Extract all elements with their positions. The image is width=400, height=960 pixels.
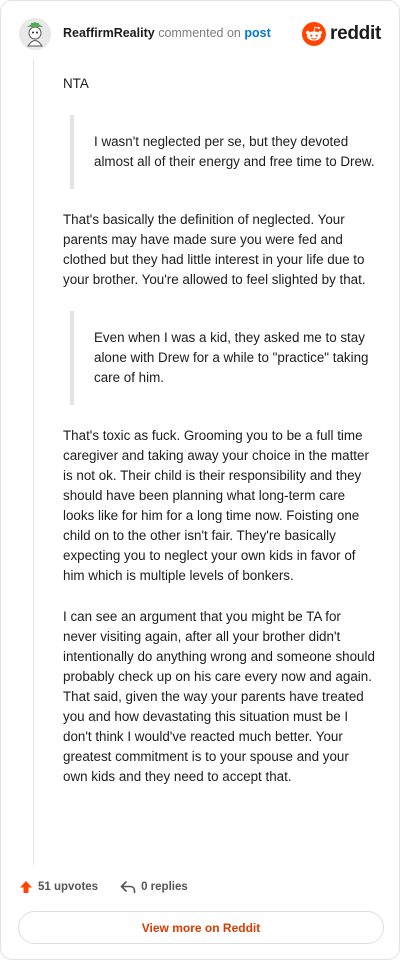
blockquote: Even when I was a kid, they asked me to …: [70, 311, 375, 405]
reply-icon: [120, 881, 136, 894]
quote-text: Even when I was a kid, they asked me to …: [94, 330, 369, 385]
blockquote: I wasn't neglected per se, but they devo…: [70, 115, 375, 189]
reddit-logo-icon: [302, 22, 327, 46]
reply-count: 0 replies: [141, 881, 188, 893]
byline: ReaffirmReality commented on post: [63, 26, 271, 40]
comment-paragraph: I can see an argument that you might be …: [63, 609, 375, 784]
thread-line: [33, 59, 34, 865]
comment-paragraph: That's toxic as fuck. Grooming you to be…: [63, 428, 369, 583]
upvote-count: 51 upvotes: [38, 881, 99, 893]
comment-embed-card: ReaffirmReality commented on post reddit…: [0, 0, 400, 960]
comment-body: NTA I wasn't neglected per se, but they …: [63, 74, 375, 808]
comment-header: ReaffirmReality commented on post reddit: [19, 15, 383, 55]
avatar-icon: [19, 18, 51, 50]
upvote-arrow-icon: [20, 881, 32, 893]
comment-paragraph: NTA: [63, 76, 89, 91]
comment-paragraph: That's basically the definition of negle…: [63, 212, 366, 287]
reddit-wordmark: reddit: [330, 23, 381, 44]
view-more-on-reddit-button[interactable]: View more on Reddit: [18, 911, 384, 944]
replies-button[interactable]: 0 replies: [120, 880, 188, 894]
post-link[interactable]: post: [244, 26, 270, 40]
avatar[interactable]: [19, 18, 51, 50]
username-link[interactable]: ReaffirmReality: [63, 26, 155, 40]
byline-verb: commented on: [158, 26, 241, 40]
comment-actions: 51 upvotes 0 replies: [19, 877, 210, 897]
upvote-button[interactable]: 51 upvotes: [19, 880, 98, 894]
quote-text: I wasn't neglected per se, but they devo…: [94, 134, 375, 169]
reddit-brand[interactable]: reddit: [302, 20, 381, 48]
